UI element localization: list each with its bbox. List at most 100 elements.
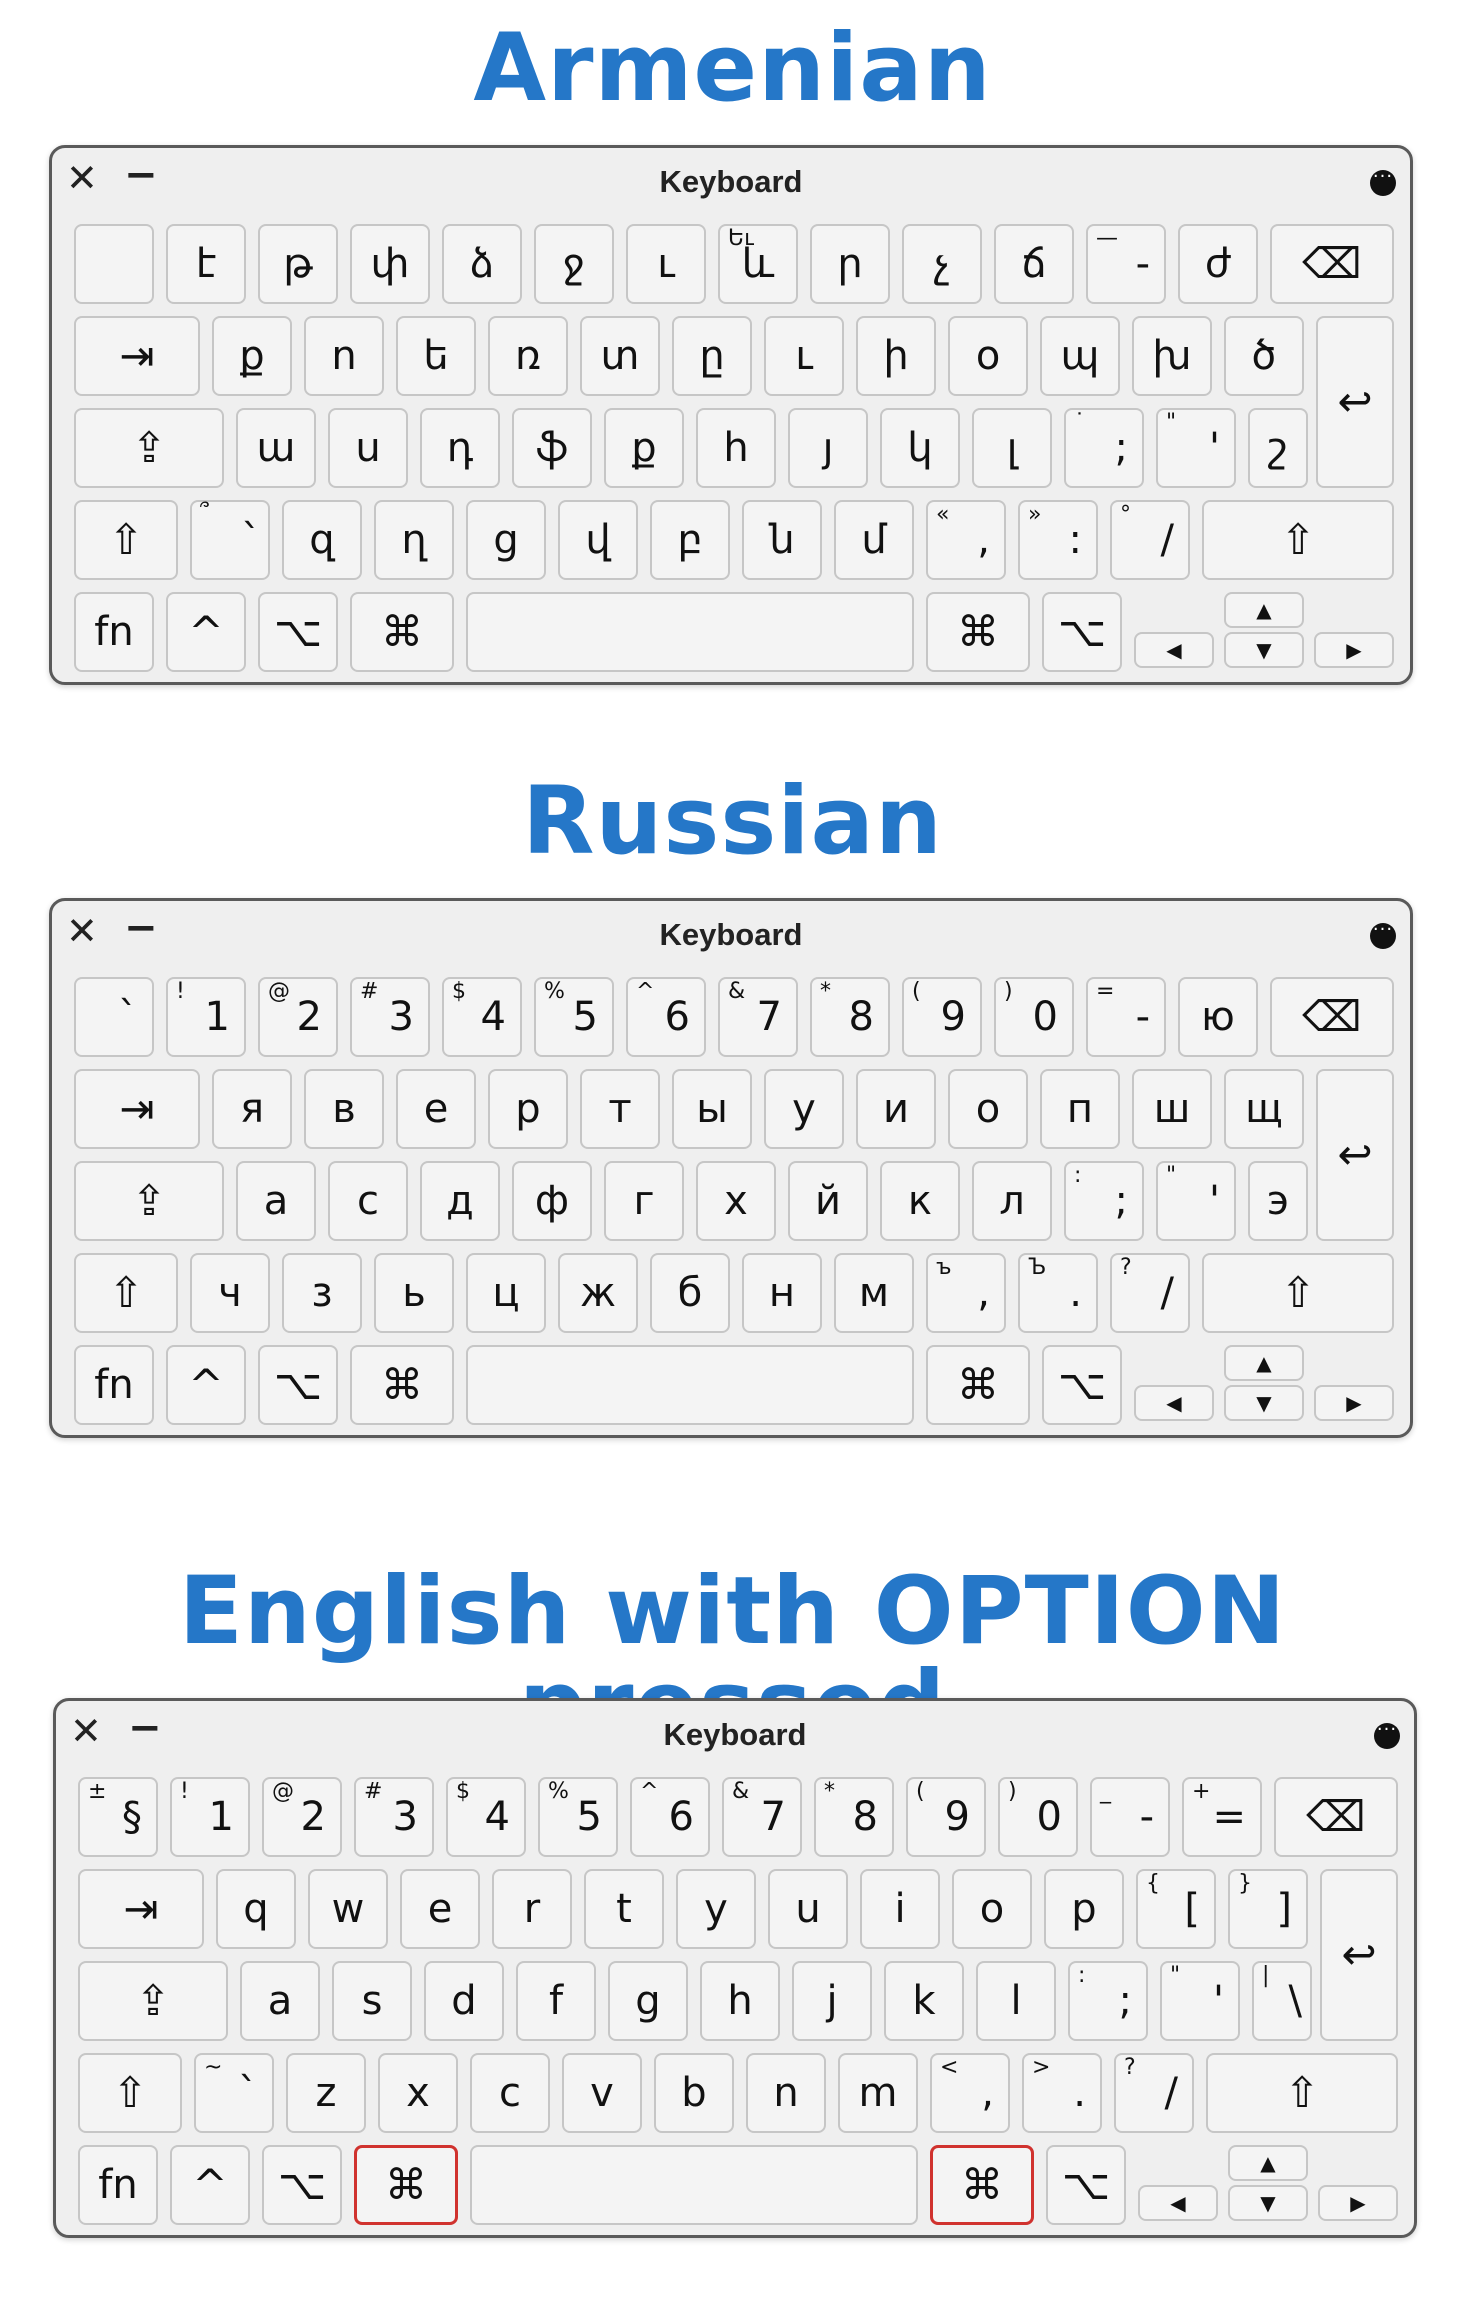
key[interactable]: z (286, 2053, 366, 2133)
key[interactable]: c (470, 2053, 550, 2133)
key[interactable]: а (236, 1161, 316, 1241)
key[interactable]: п (1040, 1069, 1120, 1149)
key[interactable]: Եւ և (718, 224, 798, 304)
right-shift-key[interactable]: ⇧ (1202, 1253, 1394, 1333)
space-key[interactable] (466, 592, 914, 672)
key[interactable]: վ (558, 500, 638, 580)
key[interactable]: s (332, 1961, 412, 2041)
key[interactable]: <, (930, 2053, 1010, 2133)
key[interactable]: я (212, 1069, 292, 1149)
key[interactable]: з (282, 1253, 362, 1333)
more-options-icon[interactable]: ··· (1374, 1721, 1400, 1749)
key[interactable]: & 7 (718, 977, 798, 1057)
left-option-key[interactable]: ⌥ (258, 592, 338, 672)
key[interactable]: ± § (78, 1777, 158, 1857)
key[interactable]: л (972, 1161, 1052, 1241)
key[interactable]: ~ ` (194, 2053, 274, 2133)
key[interactable]: y (676, 1869, 756, 1949)
key[interactable]: & 7 (722, 1777, 802, 1857)
key[interactable]: ^ 6 (626, 977, 706, 1057)
key[interactable]: շ (1248, 408, 1308, 488)
key[interactable]: ը (672, 316, 752, 396)
key[interactable]: w (308, 1869, 388, 1949)
key[interactable]: ց (466, 500, 546, 580)
return-key[interactable]: ↩ (1320, 1869, 1398, 2041)
key[interactable]: ղ (374, 500, 454, 580)
key[interactable]: մ (834, 500, 914, 580)
key[interactable]: d (424, 1961, 504, 2041)
key[interactable]: l (976, 1961, 1056, 2041)
key[interactable]: ա (236, 408, 316, 488)
key[interactable]: :; (1064, 1161, 1144, 1241)
key[interactable]: е (396, 1069, 476, 1149)
key[interactable]: р (488, 1069, 568, 1149)
right-command-key[interactable]: ⌘ (926, 592, 1030, 672)
key[interactable]: $4 (442, 977, 522, 1057)
key[interactable]: @2 (262, 1777, 342, 1857)
key[interactable]: ր (810, 224, 890, 304)
right-shift-key[interactable]: ⇧ (1206, 2053, 1398, 2133)
return-key[interactable]: ↩ (1316, 1069, 1394, 1241)
right-option-key[interactable]: ⌥ (1046, 2145, 1126, 2225)
key[interactable]: ի (856, 316, 936, 396)
key[interactable]: a (240, 1961, 320, 2041)
fn-key[interactable]: fn (74, 1345, 154, 1425)
key[interactable]: կ (880, 408, 960, 488)
key[interactable]: j (792, 1961, 872, 2041)
key[interactable]: (9 (906, 1777, 986, 1857)
arrow-right-key[interactable]: ▶ (1318, 2185, 1398, 2221)
key[interactable]: e (400, 1869, 480, 1949)
left-option-key[interactable]: ⌥ (262, 2145, 342, 2225)
key[interactable]: զ (282, 500, 362, 580)
caps-lock-key[interactable]: ⇪ (78, 1961, 228, 2041)
key[interactable]: н (742, 1253, 822, 1333)
key[interactable]: х (696, 1161, 776, 1241)
key[interactable]: հ (696, 408, 776, 488)
key[interactable]: ь (374, 1253, 454, 1333)
right-command-key[interactable]: ⌘ (926, 1345, 1030, 1425)
key[interactable]: т (580, 1069, 660, 1149)
key[interactable]: :; (1068, 1961, 1148, 2041)
key[interactable]: փ (350, 224, 430, 304)
key[interactable]: u (768, 1869, 848, 1949)
key[interactable]: + = (1182, 1777, 1262, 1857)
key[interactable]: >. (1022, 2053, 1102, 2133)
more-options-icon[interactable]: ··· (1370, 921, 1396, 949)
key[interactable]: բ (650, 500, 730, 580)
space-key[interactable] (470, 2145, 918, 2225)
key[interactable]: м (834, 1253, 914, 1333)
more-options-icon[interactable]: ··· (1370, 168, 1396, 196)
left-shift-key[interactable]: ⇧ (74, 1253, 178, 1333)
return-key[interactable]: ↩ (1316, 316, 1394, 488)
key[interactable]: в (304, 1069, 384, 1149)
key[interactable]: է (166, 224, 246, 304)
control-key[interactable]: ^ (166, 592, 246, 672)
key[interactable]: ы (672, 1069, 752, 1149)
key[interactable]: տ (580, 316, 660, 396)
key[interactable]: й (788, 1161, 868, 1241)
arrow-right-key[interactable]: ▶ (1314, 632, 1394, 668)
key[interactable]: ˙; (1064, 408, 1144, 488)
right-option-key[interactable]: ⌥ (1042, 592, 1122, 672)
key[interactable]: ф (512, 1161, 592, 1241)
arrow-up-key[interactable]: ▲ (1228, 2145, 1308, 2181)
key[interactable]: {[ (1136, 1869, 1216, 1949)
arrow-down-key[interactable]: ▼ (1224, 1385, 1304, 1421)
key[interactable]: g (608, 1961, 688, 2041)
key[interactable]: ! 1 (170, 1777, 250, 1857)
arrow-up-key[interactable]: ▲ (1224, 1345, 1304, 1381)
key[interactable]: #3 (354, 1777, 434, 1857)
key[interactable]: ж (558, 1253, 638, 1333)
left-shift-key[interactable]: ⇧ (78, 2053, 182, 2133)
left-command-key[interactable]: ⌘ (350, 592, 454, 672)
tab-key[interactable]: ⇥ (78, 1869, 204, 1949)
caps-lock-key[interactable]: ⇪ (74, 408, 224, 488)
key[interactable]: ւ (764, 316, 844, 396)
tab-key[interactable]: ⇥ (74, 316, 200, 396)
key[interactable] (74, 224, 154, 304)
arrow-up-key[interactable]: ▲ (1224, 592, 1304, 628)
key[interactable]: ц (466, 1253, 546, 1333)
arrow-down-key[interactable]: ▼ (1228, 2185, 1308, 2221)
key[interactable]: ? / (1114, 2053, 1194, 2133)
left-option-key[interactable]: ⌥ (258, 1345, 338, 1425)
